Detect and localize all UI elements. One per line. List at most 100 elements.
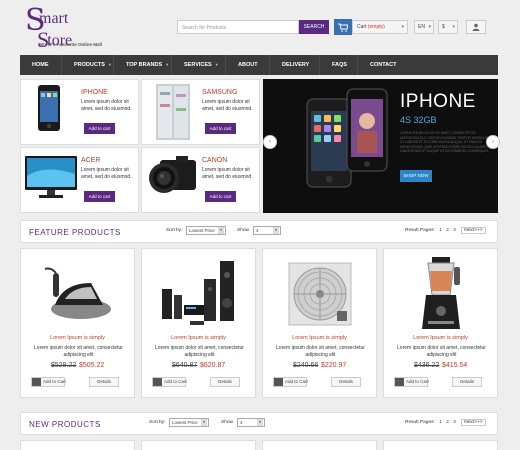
details-button[interactable]: Details (331, 377, 361, 387)
product-name[interactable]: Lorem Ipsum is simply (263, 335, 376, 341)
cart-status: (empty) (367, 24, 385, 30)
promo-desc: Lorem ipsum dolor sit amet, sed do eiusm… (81, 167, 132, 180)
nav-label: DELIVERY (282, 62, 310, 68)
promo-title: SAMSUNG (202, 89, 238, 96)
nav-services[interactable]: SERVICES ▼ (172, 55, 226, 75)
user-icon (472, 23, 480, 31)
sort-value: Lowest Price (172, 420, 198, 425)
section-title: FEATURE PRODUCTS (29, 228, 121, 237)
details-button[interactable]: Details (89, 377, 119, 387)
promo-desc: Lorem ipsum dolor sit amet, sed do eiusm… (81, 99, 132, 112)
add-to-cart-button[interactable]: Add to cart (205, 191, 236, 202)
next-page-button[interactable]: Next>>> (461, 419, 486, 426)
add-to-cart-button[interactable]: Add to Cart (31, 377, 66, 387)
add-label: Add to Cart (406, 379, 429, 384)
add-to-cart-button[interactable]: Add to Cart (152, 377, 187, 387)
price: $620.87 (200, 362, 226, 369)
search-button[interactable]: SEARCH (299, 20, 329, 34)
cart-dropdown[interactable]: Cart (empty) ▾ (352, 20, 408, 34)
add-to-cart-button[interactable]: Add to cart (205, 123, 236, 134)
chevron-down-icon: ▼ (165, 62, 170, 67)
page-link[interactable]: 2 (446, 420, 449, 425)
carousel-prev-button[interactable]: ‹ (263, 135, 277, 149)
nav-label: HOME (32, 62, 49, 68)
add-to-cart-button[interactable]: Add to cart (84, 191, 115, 202)
add-to-cart-button[interactable]: Add to cart (84, 123, 115, 134)
old-price: $528.22 (51, 362, 77, 369)
product-card (20, 440, 135, 450)
promo-grid: IPHONE Lorem ipsum dolor sit amet, sed d… (20, 79, 260, 213)
product-card: Lorem Ipsum is simply Lorem ipsum dolor … (20, 248, 135, 398)
user-account-button[interactable] (466, 20, 486, 34)
chevron-down-icon: ▾ (452, 24, 455, 30)
logo[interactable]: S mart Store World's Favourite Online Ma… (25, 6, 115, 53)
old-price: $640.87 (172, 362, 198, 369)
promo-title: CANON (202, 157, 228, 164)
nav-faqs[interactable]: FAQS (320, 55, 358, 75)
phone-image (38, 85, 60, 131)
add-to-cart-button[interactable]: Add to Cart (273, 377, 308, 387)
product-desc: Lorem ipsum dolor sit amet, consectetur … (276, 345, 365, 358)
chevron-down-icon: ▾ (273, 227, 279, 234)
monitor-image (25, 156, 77, 198)
sort-label: Sort by: (149, 420, 166, 425)
nav-products[interactable]: PRODUCTS ▼ (62, 55, 114, 75)
cart-icon (395, 378, 404, 386)
nav-contact[interactable]: CONTACT (358, 55, 404, 75)
promo-card-canon: CANON Lorem ipsum dolor sit amet, sed do… (141, 147, 260, 213)
show-label: Show (221, 420, 233, 425)
nav-top-brands[interactable]: TOP BRANDS ▼ (114, 55, 172, 75)
product-card: Lorem Ipsum is simply Lorem ipsum dolor … (383, 248, 498, 398)
home-theater-image (162, 261, 234, 325)
product-card: Lorem Ipsum is simply Lorem ipsum dolor … (262, 248, 377, 398)
page-link[interactable]: 2 (446, 228, 449, 233)
page-link[interactable]: 1 (439, 420, 442, 425)
product-card: Lorem Ipsum is simply Lorem ipsum dolor … (141, 248, 256, 398)
nav-label: TOP BRANDS (126, 62, 163, 68)
product-name[interactable]: Lorem Ipsum is simply (21, 335, 134, 341)
old-price: $436.22 (414, 362, 440, 369)
language-select[interactable]: EN ▾ (414, 20, 434, 34)
page-link[interactable]: 1 (439, 228, 442, 233)
price: $220.97 (321, 362, 347, 369)
iphone-banner-image (306, 88, 388, 188)
nav-home[interactable]: HOME (20, 55, 62, 75)
main-nav: HOME PRODUCTS ▼ TOP BRANDS ▼ SERVICES ▼ ABO… (20, 55, 498, 75)
sort-select[interactable]: Lowest Price ▾ (186, 226, 226, 235)
nav-label: FAQS (332, 62, 347, 68)
currency-value: $ (442, 24, 445, 30)
hero-banner: IPHONE 4S 32GB LOREM IPSUM DOLOR SIT AME… (263, 79, 498, 213)
carousel-next-button[interactable]: › (486, 135, 500, 149)
nav-label: SERVICES (184, 62, 212, 68)
product-name[interactable]: Lorem Ipsum is simply (142, 335, 255, 341)
promo-title: IPHONE (81, 89, 108, 96)
product-card (262, 440, 377, 450)
add-label: Add to Cart (43, 379, 66, 384)
product-name[interactable]: Lorem Ipsum is simply (384, 335, 497, 341)
nav-about[interactable]: ABOUT (226, 55, 270, 75)
pagination: Result Pages: 1 2 3 Next>>> (405, 419, 486, 426)
shop-now-button[interactable]: SHOP NOW (400, 170, 432, 182)
add-to-cart-button[interactable]: Add to Cart (394, 377, 429, 387)
banner-title: IPHONE (400, 91, 476, 112)
banner-subtitle: 4S 32GB (400, 115, 437, 125)
show-select[interactable]: 4 ▾ (237, 418, 265, 427)
page-link[interactable]: 3 (453, 228, 456, 233)
cart-label: Cart (357, 24, 367, 30)
sort-select[interactable]: Lowest Price ▾ (169, 418, 209, 427)
details-button[interactable]: Details (210, 377, 240, 387)
price: $505.22 (79, 362, 105, 369)
details-button[interactable]: Details (452, 377, 482, 387)
search-input[interactable]: Search for Products (177, 20, 299, 34)
cart-icon[interactable] (334, 19, 352, 35)
nav-delivery[interactable]: DELIVERY (270, 55, 320, 75)
blender-image (422, 257, 460, 329)
product-desc: Lorem ipsum dolor sit amet, consectetur … (34, 345, 123, 358)
product-desc: Lorem ipsum dolor sit amet, consectetur … (155, 345, 244, 358)
show-select[interactable]: 4 ▾ (253, 226, 281, 235)
result-pages-label: Result Pages: (405, 420, 435, 425)
promo-card-acer: ACER Lorem ipsum dolor sit amet, sed do … (20, 147, 139, 213)
next-page-button[interactable]: Next>>> (461, 227, 486, 234)
page-link[interactable]: 3 (453, 420, 456, 425)
currency-select[interactable]: $ ▾ (438, 20, 458, 34)
